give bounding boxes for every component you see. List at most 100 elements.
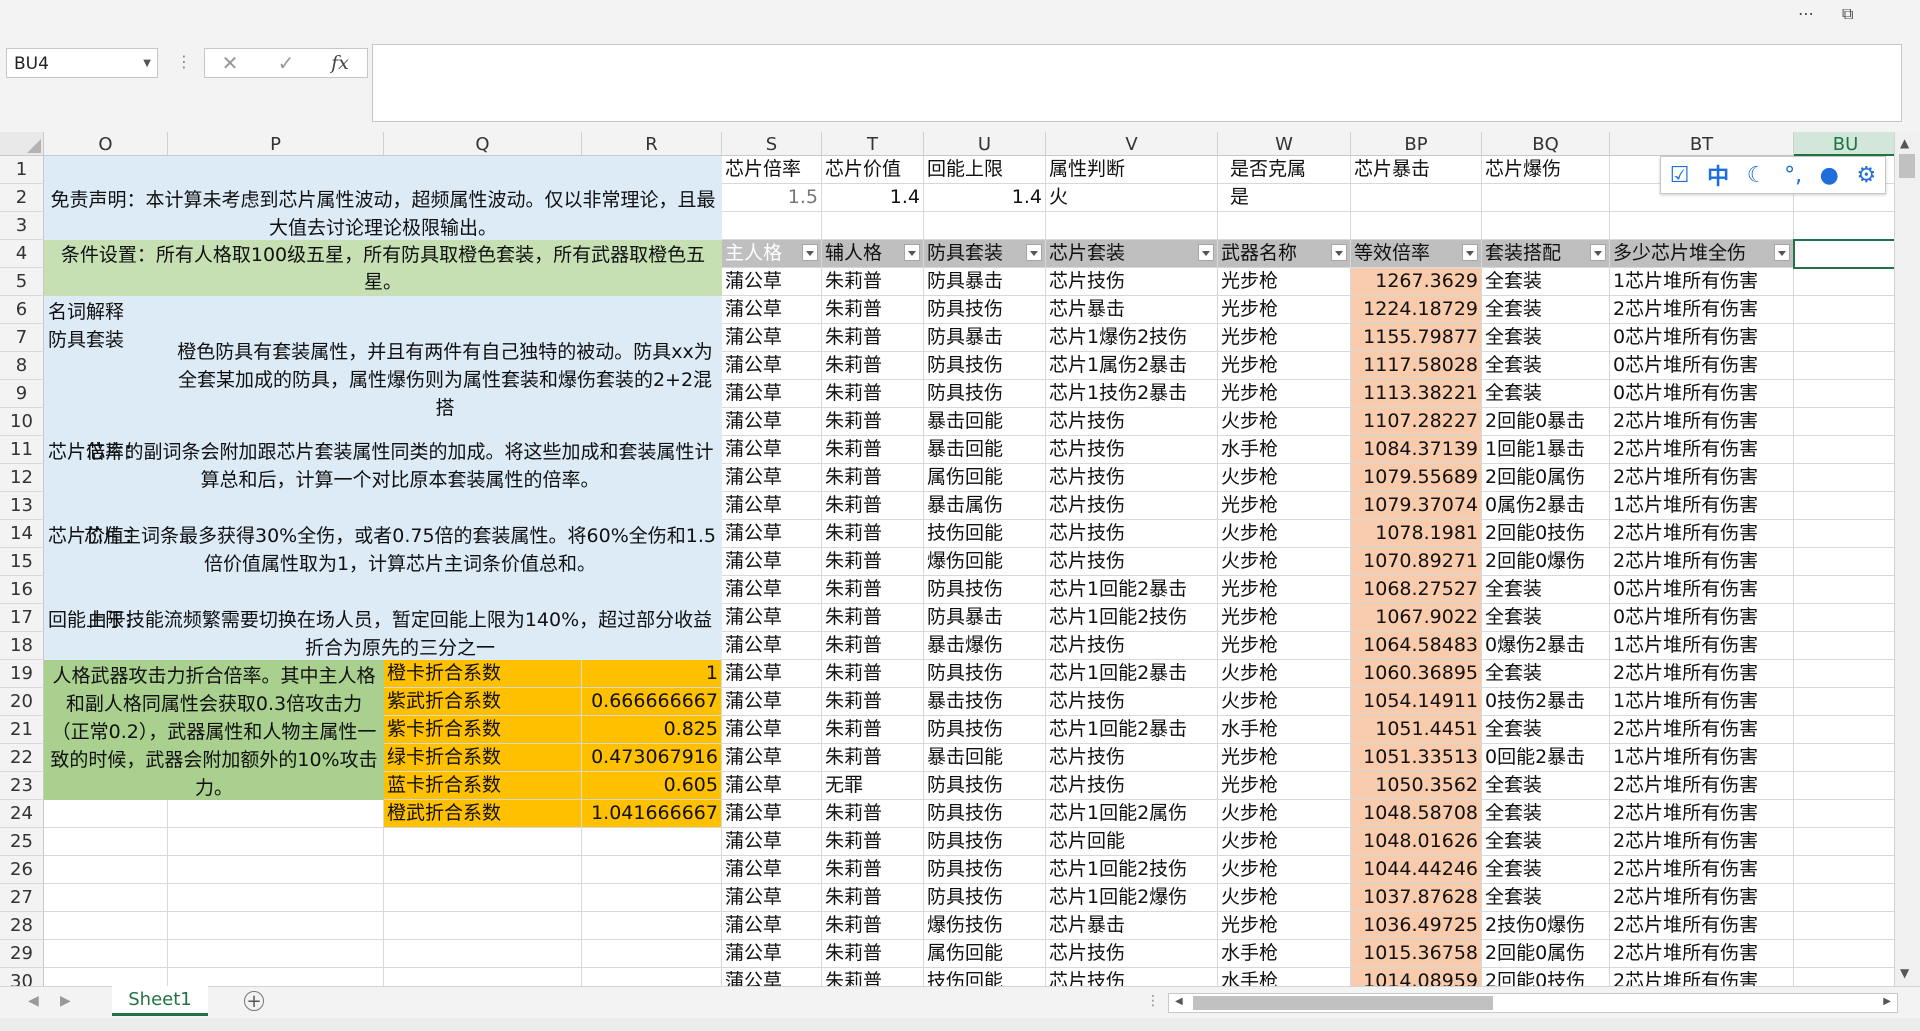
table-cell[interactable]: 蒲公草 — [722, 744, 822, 772]
cell[interactable] — [1794, 604, 1894, 632]
table-cell[interactable]: 朱莉普 — [822, 352, 924, 380]
table-cell[interactable]: 1267.3629 — [1351, 268, 1482, 296]
cell[interactable] — [384, 884, 582, 912]
cell[interactable] — [1794, 856, 1894, 884]
filter-dropdown-icon[interactable] — [802, 244, 818, 261]
column-header-bu[interactable]: BU — [1794, 132, 1894, 156]
table-cell[interactable]: 1060.36895 — [1351, 660, 1482, 688]
table-cell[interactable]: 爆伤技伤 — [924, 912, 1046, 940]
table-cell[interactable]: 朱莉普 — [822, 940, 924, 968]
cell[interactable] — [44, 828, 168, 856]
cell[interactable] — [168, 828, 384, 856]
row-header-19[interactable]: 19 — [0, 660, 44, 688]
cell[interactable] — [1351, 212, 1482, 240]
table-cell[interactable]: 光步枪 — [1218, 324, 1351, 352]
coefficient-label[interactable]: 橙武折合系数 — [384, 800, 582, 828]
table-cell[interactable]: 0回能2暴击 — [1482, 744, 1610, 772]
table-cell[interactable]: 技伤回能 — [924, 968, 1046, 986]
tab-next-icon[interactable]: ▶ — [60, 993, 71, 1009]
table-cell[interactable]: 蒲公草 — [722, 492, 822, 520]
table-cell[interactable]: 全套装 — [1482, 576, 1610, 604]
table-cell[interactable]: 朱莉普 — [822, 324, 924, 352]
table-cell[interactable]: 火步枪 — [1218, 856, 1351, 884]
table-cell[interactable]: 水手枪 — [1218, 940, 1351, 968]
row-header-3[interactable]: 3 — [0, 212, 44, 240]
formula-input[interactable] — [372, 44, 1902, 122]
table-cell[interactable]: 1芯片堆所有伤害 — [1610, 492, 1794, 520]
table-cell[interactable]: 1芯片堆所有伤害 — [1610, 632, 1794, 660]
cell[interactable] — [1794, 380, 1894, 408]
table-cell[interactable]: 爆伤回能 — [924, 548, 1046, 576]
table-cell[interactable]: 蒲公草 — [722, 772, 822, 800]
coefficient-label[interactable]: 紫武折合系数 — [384, 688, 582, 716]
table-cell[interactable]: 水手枪 — [1218, 716, 1351, 744]
chevron-down-icon[interactable]: ▼ — [143, 49, 151, 79]
row-header-11[interactable]: 11 — [0, 436, 44, 464]
tab-prev-icon[interactable]: ◀ — [28, 993, 39, 1009]
coefficient-value[interactable]: 0.605 — [582, 772, 722, 800]
row-header-5[interactable]: 5 — [0, 268, 44, 296]
table-cell[interactable]: 芯片暴击 — [1046, 296, 1218, 324]
table-cell[interactable]: 1107.28227 — [1351, 408, 1482, 436]
table-cell[interactable]: 蒲公草 — [722, 464, 822, 492]
table-header[interactable]: 套装搭配 — [1482, 240, 1610, 268]
horizontal-scrollbar[interactable]: ◀ ▶ — [1168, 993, 1898, 1013]
table-cell[interactable]: 全套装 — [1482, 884, 1610, 912]
table-cell[interactable]: 蒲公草 — [722, 548, 822, 576]
table-cell[interactable]: 蒲公草 — [722, 408, 822, 436]
table-cell[interactable]: 芯片技伤 — [1046, 408, 1218, 436]
cell[interactable] — [1794, 828, 1894, 856]
cell[interactable] — [1794, 800, 1894, 828]
table-cell[interactable]: 防具技伤 — [924, 772, 1046, 800]
table-cell[interactable]: 防具技伤 — [924, 884, 1046, 912]
row-header-6[interactable]: 6 — [0, 296, 44, 324]
cell[interactable] — [168, 884, 384, 912]
row-header-17[interactable]: 17 — [0, 604, 44, 632]
scroll-left-icon[interactable]: ◀ — [1175, 996, 1183, 1007]
table-cell[interactable]: 蒲公草 — [722, 660, 822, 688]
cell[interactable] — [582, 856, 722, 884]
table-header[interactable]: 多少芯片堆全伤 — [1610, 240, 1794, 268]
table-cell[interactable]: 朱莉普 — [822, 800, 924, 828]
moon-icon[interactable]: ☾ — [1747, 163, 1767, 188]
table-cell[interactable]: 1070.89271 — [1351, 548, 1482, 576]
table-cell[interactable]: 1224.18729 — [1351, 296, 1482, 324]
column-header-s[interactable]: S — [722, 132, 822, 156]
param-value[interactable]: 是 — [1218, 184, 1351, 212]
table-cell[interactable]: 朱莉普 — [822, 296, 924, 324]
table-cell[interactable]: 朱莉普 — [822, 436, 924, 464]
cell[interactable] — [1218, 212, 1351, 240]
table-cell[interactable]: 无罪 — [822, 772, 924, 800]
table-cell[interactable]: 朱莉普 — [822, 632, 924, 660]
table-cell[interactable]: 蒲公草 — [722, 940, 822, 968]
row-header-27[interactable]: 27 — [0, 884, 44, 912]
table-cell[interactable]: 防具暴击 — [924, 324, 1046, 352]
cell[interactable] — [1794, 716, 1894, 744]
table-cell[interactable]: 1048.58708 — [1351, 800, 1482, 828]
table-cell[interactable]: 属伤回能 — [924, 940, 1046, 968]
coefficient-value[interactable]: 0.666666667 — [582, 688, 722, 716]
table-cell[interactable]: 光步枪 — [1218, 744, 1351, 772]
row-header-9[interactable]: 9 — [0, 380, 44, 408]
table-cell[interactable]: 2芯片堆所有伤害 — [1610, 772, 1794, 800]
param-value[interactable] — [1351, 184, 1482, 212]
table-cell[interactable]: 全套装 — [1482, 800, 1610, 828]
table-cell[interactable]: 2回能0技伤 — [1482, 520, 1610, 548]
table-cell[interactable]: 全套装 — [1482, 352, 1610, 380]
table-cell[interactable]: 蒲公草 — [722, 296, 822, 324]
table-cell[interactable]: 蒲公草 — [722, 800, 822, 828]
scroll-right-icon[interactable]: ▶ — [1883, 996, 1891, 1007]
row-header-2[interactable]: 2 — [0, 184, 44, 212]
name-box[interactable]: BU4 ▼ — [6, 48, 158, 78]
scroll-thumb[interactable] — [1899, 154, 1915, 178]
cell[interactable] — [1794, 576, 1894, 604]
table-cell[interactable]: 2回能0爆伤 — [1482, 548, 1610, 576]
table-cell[interactable]: 芯片技伤 — [1046, 968, 1218, 986]
cell[interactable] — [44, 912, 168, 940]
table-cell[interactable]: 1068.27527 — [1351, 576, 1482, 604]
table-cell[interactable]: 蒲公草 — [722, 828, 822, 856]
param-header[interactable]: 属性判断 — [1046, 156, 1218, 184]
table-cell[interactable]: 光步枪 — [1218, 380, 1351, 408]
table-cell[interactable]: 芯片技伤 — [1046, 688, 1218, 716]
table-cell[interactable]: 2芯片堆所有伤害 — [1610, 800, 1794, 828]
